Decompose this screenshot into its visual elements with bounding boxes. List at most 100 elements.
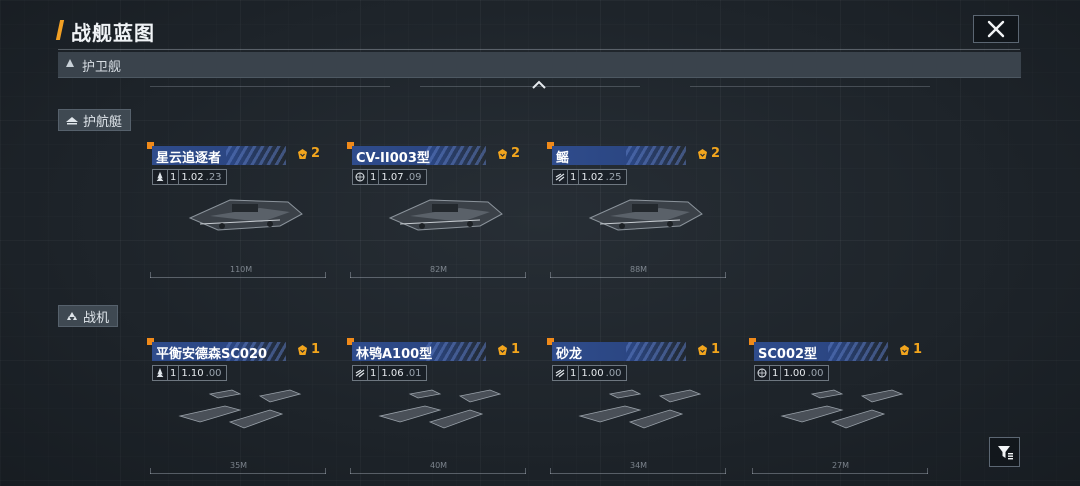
ship-image <box>578 389 702 429</box>
blueprint-baseline <box>350 277 526 278</box>
rank-value: 2 <box>310 146 320 161</box>
blueprint-tick <box>350 468 351 474</box>
type-indicator <box>153 366 168 380</box>
ship-image <box>378 389 502 429</box>
ship-length: 110M <box>230 265 253 274</box>
filter-button[interactable] <box>989 437 1020 467</box>
ship-length: 27M <box>832 461 850 470</box>
blueprint-ruler <box>690 86 930 87</box>
rank-badge-icon <box>497 148 507 159</box>
ship-card[interactable]: SC002型 1 1 1.00.00 27M <box>749 338 928 478</box>
blueprint-ruler <box>150 86 390 87</box>
blueprint-baseline <box>550 277 726 278</box>
blueprint-baseline <box>752 473 928 474</box>
ship-name: 砂龙 <box>556 347 583 362</box>
ship-card[interactable]: 鳐 2 1 1.02.25 88M <box>547 142 726 282</box>
rank-badge: 2 <box>696 146 720 161</box>
blueprint-tick <box>350 272 351 278</box>
blueprint-ruler <box>420 86 640 87</box>
type-indicator <box>153 170 168 184</box>
blueprint-tick <box>325 468 326 474</box>
ship-card[interactable]: CV-II003型 2 1 1.07.09 82M <box>347 142 526 282</box>
rank-badge-icon <box>297 344 307 355</box>
ship-length: 35M <box>230 461 248 470</box>
ship-name: 平衡安德森SC020 <box>156 347 268 362</box>
title-accent <box>55 20 65 40</box>
rank-badge-icon <box>497 344 507 355</box>
ship-name: 鳐 <box>556 151 570 166</box>
ship-name: 星云追逐者 <box>156 151 222 166</box>
rank-badge: 1 <box>296 342 320 357</box>
ship-length: 82M <box>430 265 448 274</box>
type-indicator <box>553 170 568 184</box>
ship-card[interactable]: 砂龙 1 1 1.00.00 34M <box>547 338 726 478</box>
blueprint-tick <box>752 468 753 474</box>
ship-image <box>388 199 503 231</box>
fighter-icon <box>67 312 77 320</box>
type-indicator <box>553 366 568 380</box>
rank-badge: 2 <box>496 146 520 161</box>
type-indicator <box>755 366 770 380</box>
section-label: 护航艇 <box>83 114 123 130</box>
section-fighter: 战机 <box>58 305 119 327</box>
blueprint-tick <box>150 468 151 474</box>
rank-badge: 1 <box>696 342 720 357</box>
blueprint-baseline <box>150 277 326 278</box>
type-indicator <box>353 366 368 380</box>
category-bar[interactable]: 护卫舰 <box>58 52 1021 78</box>
rank-value: 1 <box>710 342 720 357</box>
filter-icon <box>997 446 1013 460</box>
speed-icon <box>555 369 565 378</box>
close-icon <box>987 20 1005 38</box>
type-indicator <box>353 170 368 184</box>
section-label: 战机 <box>83 310 110 326</box>
blueprint-baseline <box>350 473 526 474</box>
page-title: 战舰蓝图 <box>71 21 155 45</box>
ship-image <box>178 389 302 429</box>
rank-value: 2 <box>710 146 720 161</box>
speed-icon <box>555 173 565 182</box>
ship-name: CV-II003型 <box>356 151 430 166</box>
ship-card[interactable]: 林鸮A100型 1 1 1.06.01 40M <box>347 338 526 478</box>
ship-image <box>588 199 703 231</box>
missile-icon <box>156 368 164 378</box>
ship-card[interactable]: 星云追逐者 2 1 1.02.23 110M <box>147 142 326 282</box>
ship-card[interactable]: 平衡安德森SC020 1 1 1.10.00 35M <box>147 338 326 478</box>
blueprint-tick <box>550 272 551 278</box>
rank-badge-icon <box>899 344 909 355</box>
header-divider <box>58 49 1020 50</box>
rank-badge: 1 <box>496 342 520 357</box>
blueprint-tick <box>550 468 551 474</box>
blueprint-tick <box>150 272 151 278</box>
rank-badge: 2 <box>296 146 320 161</box>
ship-length: 34M <box>630 461 648 470</box>
ship-length: 40M <box>430 461 448 470</box>
missile-icon <box>156 172 164 182</box>
ship-name-bar <box>552 146 686 165</box>
blueprint-baseline <box>150 473 326 474</box>
blueprint-tick <box>725 468 726 474</box>
ship-name: 林鸮A100型 <box>356 347 433 362</box>
section-escort-boat: 护航艇 <box>58 109 132 131</box>
speed-icon <box>355 369 365 378</box>
rank-value: 1 <box>912 342 922 357</box>
ship-length: 88M <box>630 265 648 274</box>
rank-value: 2 <box>510 146 520 161</box>
blueprint-baseline <box>550 473 726 474</box>
triangle-up-icon <box>66 59 74 67</box>
rank-badge-icon <box>697 344 707 355</box>
rank-badge: 1 <box>898 342 922 357</box>
close-button[interactable] <box>973 15 1019 43</box>
blueprint-tick <box>927 468 928 474</box>
rank-value: 1 <box>310 342 320 357</box>
blueprint-tick <box>325 272 326 278</box>
ship-name: SC002型 <box>758 347 818 362</box>
rank-value: 1 <box>510 342 520 357</box>
blueprint-tick <box>525 468 526 474</box>
rank-badge-icon <box>697 148 707 159</box>
chevron-up-icon[interactable] <box>531 80 547 90</box>
ship-image <box>780 389 904 429</box>
globe-icon <box>355 172 365 182</box>
header: 战舰蓝图 <box>55 16 1020 46</box>
rank-badge-icon <box>297 148 307 159</box>
